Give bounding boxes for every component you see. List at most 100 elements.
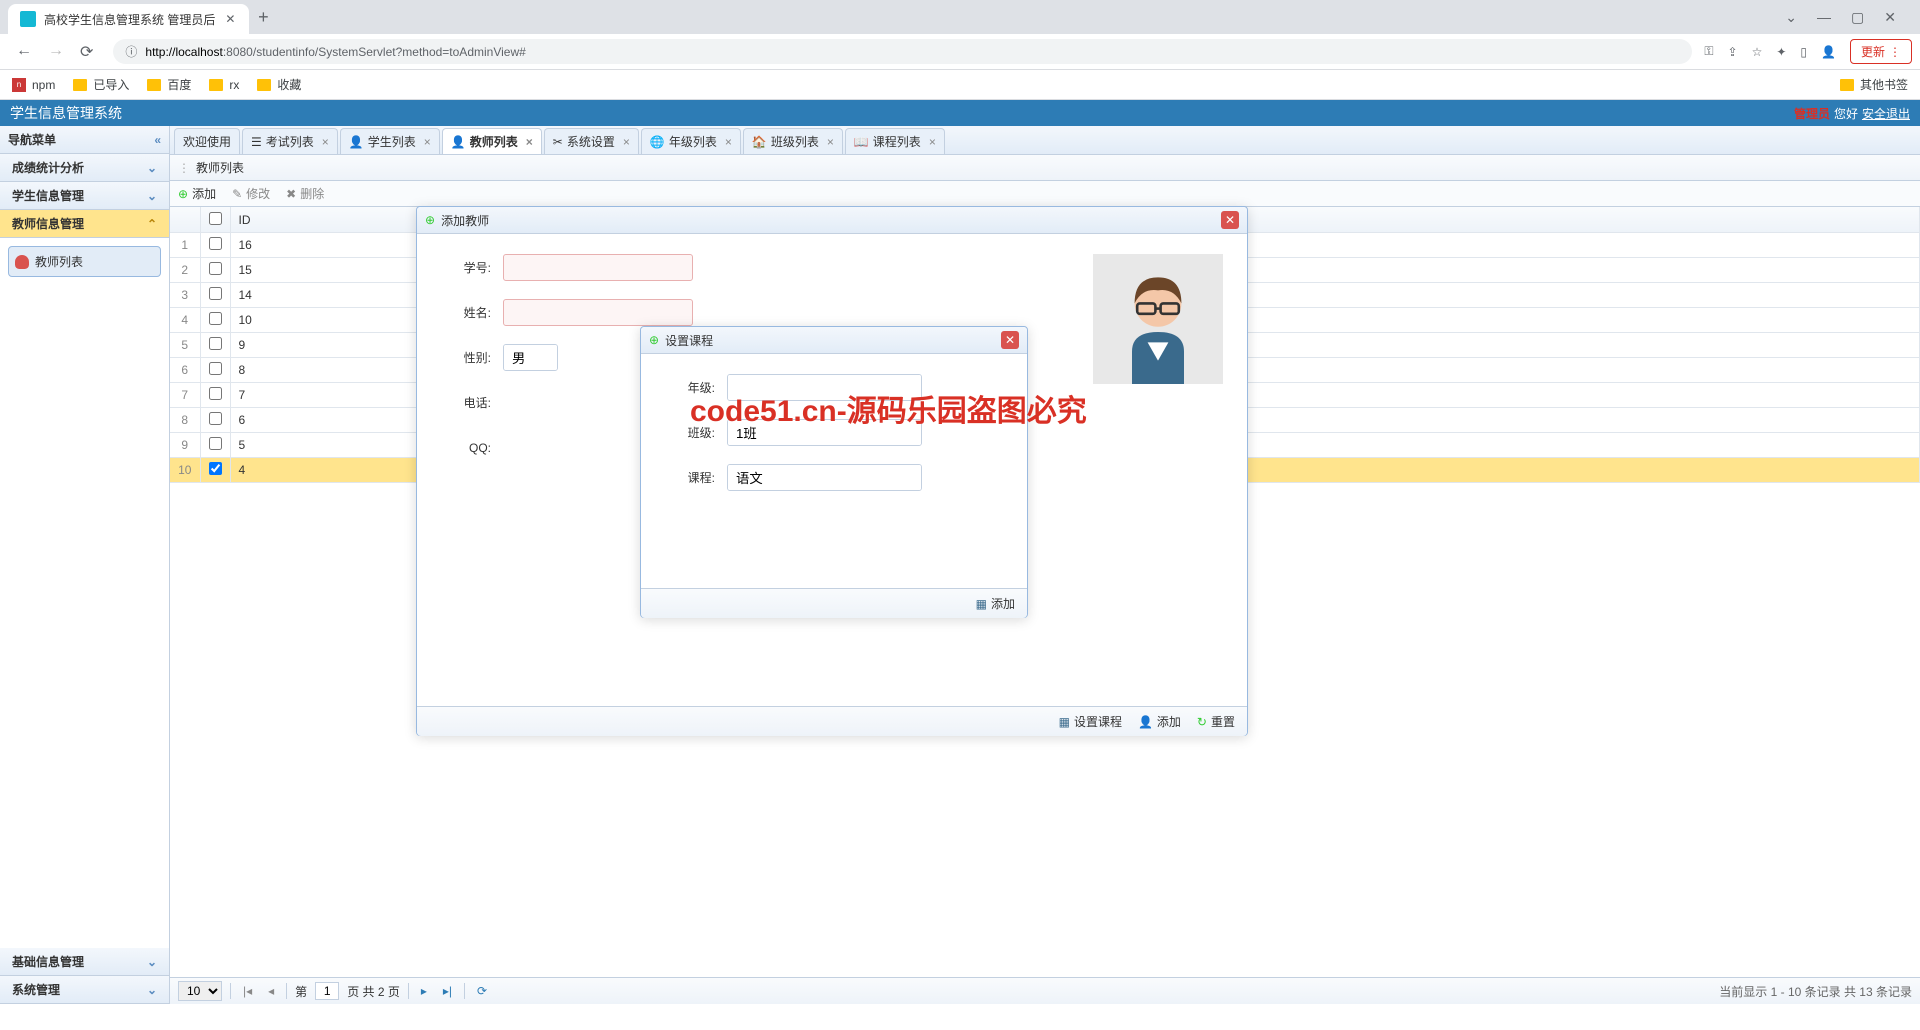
dialog-add-button[interactable]: 👤添加: [1138, 713, 1181, 730]
row-checkbox[interactable]: [200, 408, 230, 433]
plus-icon: ⊕: [425, 213, 435, 227]
tab-欢迎使用[interactable]: 欢迎使用: [174, 128, 240, 154]
sidebar-item-teacher[interactable]: 教师信息管理⌃: [0, 210, 169, 238]
extension-icon[interactable]: ✦: [1776, 45, 1786, 59]
collapse-icon[interactable]: «: [154, 133, 161, 147]
chevron-down-icon: ⌄: [147, 161, 157, 175]
input-sid[interactable]: [503, 254, 693, 281]
forward-icon[interactable]: →: [48, 42, 64, 62]
row-checkbox[interactable]: [200, 383, 230, 408]
chevron-down-icon[interactable]: ⌄: [921, 375, 922, 400]
tab-年级列表[interactable]: 🌐年级列表×: [641, 128, 741, 154]
sidebar-item-student[interactable]: 学生信息管理⌄: [0, 182, 169, 210]
browser-chrome: 高校学生信息管理系统 管理员后 ✕ + ⌄ — ▢ ✕ ← → ⟳ ⓘ http…: [0, 0, 1920, 100]
page-input[interactable]: [315, 982, 339, 1000]
minimize-icon[interactable]: —: [1817, 9, 1831, 26]
reset-button[interactable]: ↻重置: [1197, 713, 1235, 730]
course-add-button[interactable]: ▦添加: [976, 595, 1015, 612]
other-bookmarks[interactable]: 其他书签: [1840, 76, 1908, 93]
person-add-icon: 👤: [1138, 715, 1153, 729]
tab-考试列表[interactable]: ☰考试列表×: [242, 128, 338, 154]
first-page-icon[interactable]: |◂: [239, 984, 256, 998]
last-page-icon[interactable]: ▸|: [439, 984, 456, 998]
row-checkbox[interactable]: [200, 433, 230, 458]
next-page-icon[interactable]: ▸: [417, 984, 431, 998]
row-checkbox[interactable]: [200, 358, 230, 383]
row-checkbox[interactable]: [200, 283, 230, 308]
row-number: 7: [170, 383, 200, 408]
sidebar-link-teacher-list[interactable]: 教师列表: [8, 246, 161, 277]
chevron-down-icon[interactable]: ⌄: [921, 420, 922, 445]
panel-icon[interactable]: ▯: [1800, 45, 1807, 59]
refresh-icon[interactable]: ⟳: [473, 984, 491, 998]
window-controls: ⌄ — ▢ ✕: [1785, 9, 1912, 26]
update-button[interactable]: 更新⋮: [1850, 39, 1912, 64]
input-name[interactable]: [503, 299, 693, 326]
tab-close-icon[interactable]: ×: [526, 135, 533, 149]
add-button[interactable]: ⊕添加: [178, 185, 216, 202]
sidebar: 导航菜单 « 成绩统计分析⌄ 学生信息管理⌄ 教师信息管理⌃ 教师列表 基础信息…: [0, 126, 170, 1004]
page-size-select[interactable]: 10: [178, 981, 222, 1001]
tab-教师列表[interactable]: 👤教师列表×: [442, 128, 542, 154]
label-name: 姓名:: [441, 304, 491, 321]
bookmark-imported[interactable]: 已导入: [73, 76, 129, 93]
share-icon[interactable]: ⇪: [1728, 45, 1738, 59]
row-number: 4: [170, 308, 200, 333]
sidebar-item-stats[interactable]: 成绩统计分析⌄: [0, 154, 169, 182]
sidebar-item-system[interactable]: 系统管理⌄: [0, 976, 169, 1004]
edit-button[interactable]: ✎修改: [232, 185, 270, 202]
tab-课程列表[interactable]: 📖课程列表×: [845, 128, 945, 154]
close-icon[interactable]: ✕: [1221, 211, 1239, 229]
col-checkbox[interactable]: [200, 207, 230, 233]
site-info-icon[interactable]: ⓘ: [125, 43, 137, 60]
tab-close-icon[interactable]: ×: [322, 135, 329, 149]
tab-close-icon[interactable]: ×: [725, 135, 732, 149]
back-icon[interactable]: ←: [16, 42, 32, 62]
avatar-icon: [1093, 254, 1223, 384]
chevron-down-icon[interactable]: ⌄: [921, 465, 922, 490]
row-checkbox[interactable]: [200, 308, 230, 333]
tab-close-icon[interactable]: ✕: [223, 12, 237, 26]
select-gender[interactable]: ⌄: [503, 344, 558, 371]
row-checkbox[interactable]: [200, 233, 230, 258]
address-bar[interactable]: ⓘ http://localhost:8080/studentinfo/Syst…: [113, 39, 1692, 64]
maximize-icon[interactable]: ▢: [1851, 9, 1864, 26]
tabs-row: 欢迎使用☰考试列表×👤学生列表×👤教师列表×✂系统设置×🌐年级列表×🏠班级列表×…: [170, 126, 1920, 155]
reload-icon[interactable]: ⟳: [80, 42, 93, 62]
tab-系统设置[interactable]: ✂系统设置×: [544, 128, 639, 154]
label-sid: 学号:: [441, 259, 491, 276]
profile-icon[interactable]: 👤: [1821, 45, 1836, 59]
tab-close-icon[interactable]: ×: [623, 135, 630, 149]
row-checkbox[interactable]: [200, 333, 230, 358]
bookmark-npm[interactable]: nnpm: [12, 78, 55, 92]
browser-tab[interactable]: 高校学生信息管理系统 管理员后 ✕: [8, 4, 249, 34]
tab-班级列表[interactable]: 🏠班级列表×: [743, 128, 843, 154]
tab-close-icon[interactable]: ×: [827, 135, 834, 149]
bookmark-rx[interactable]: rx: [209, 78, 239, 92]
tab-close-icon[interactable]: ×: [424, 135, 431, 149]
new-tab-button[interactable]: +: [249, 3, 277, 31]
prev-page-icon[interactable]: ◂: [264, 984, 278, 998]
bookmark-fav[interactable]: 收藏: [257, 76, 301, 93]
star-icon[interactable]: ☆: [1752, 45, 1763, 59]
row-checkbox[interactable]: [200, 458, 230, 483]
set-course-button[interactable]: ▦设置课程: [1059, 713, 1122, 730]
select-grade[interactable]: ⌄: [727, 374, 922, 401]
chevron-down-icon: ⌄: [147, 983, 157, 997]
key-icon[interactable]: ⚿: [1704, 44, 1713, 59]
close-icon[interactable]: ✕: [1001, 331, 1019, 349]
tab-close-icon[interactable]: ×: [929, 135, 936, 149]
dropdown-icon[interactable]: ⌄: [1785, 9, 1797, 26]
select-course[interactable]: ⌄: [727, 464, 922, 491]
select-class[interactable]: ⌄: [727, 419, 922, 446]
logout-link[interactable]: 安全退出: [1862, 105, 1910, 122]
pager: 10 |◂ ◂ 第 页 共 2 页 ▸ ▸| ⟳ 当前显示 1 - 10 条记录…: [170, 977, 1920, 1004]
content-area: 欢迎使用☰考试列表×👤学生列表×👤教师列表×✂系统设置×🌐年级列表×🏠班级列表×…: [170, 126, 1920, 1004]
bookmark-baidu[interactable]: 百度: [147, 76, 191, 93]
close-window-icon[interactable]: ✕: [1884, 9, 1896, 26]
delete-button[interactable]: ✖删除: [286, 185, 324, 202]
tab-学生列表[interactable]: 👤学生列表×: [340, 128, 440, 154]
row-checkbox[interactable]: [200, 258, 230, 283]
avatar-placeholder[interactable]: [1093, 254, 1223, 384]
sidebar-item-basic[interactable]: 基础信息管理⌄: [0, 948, 169, 976]
